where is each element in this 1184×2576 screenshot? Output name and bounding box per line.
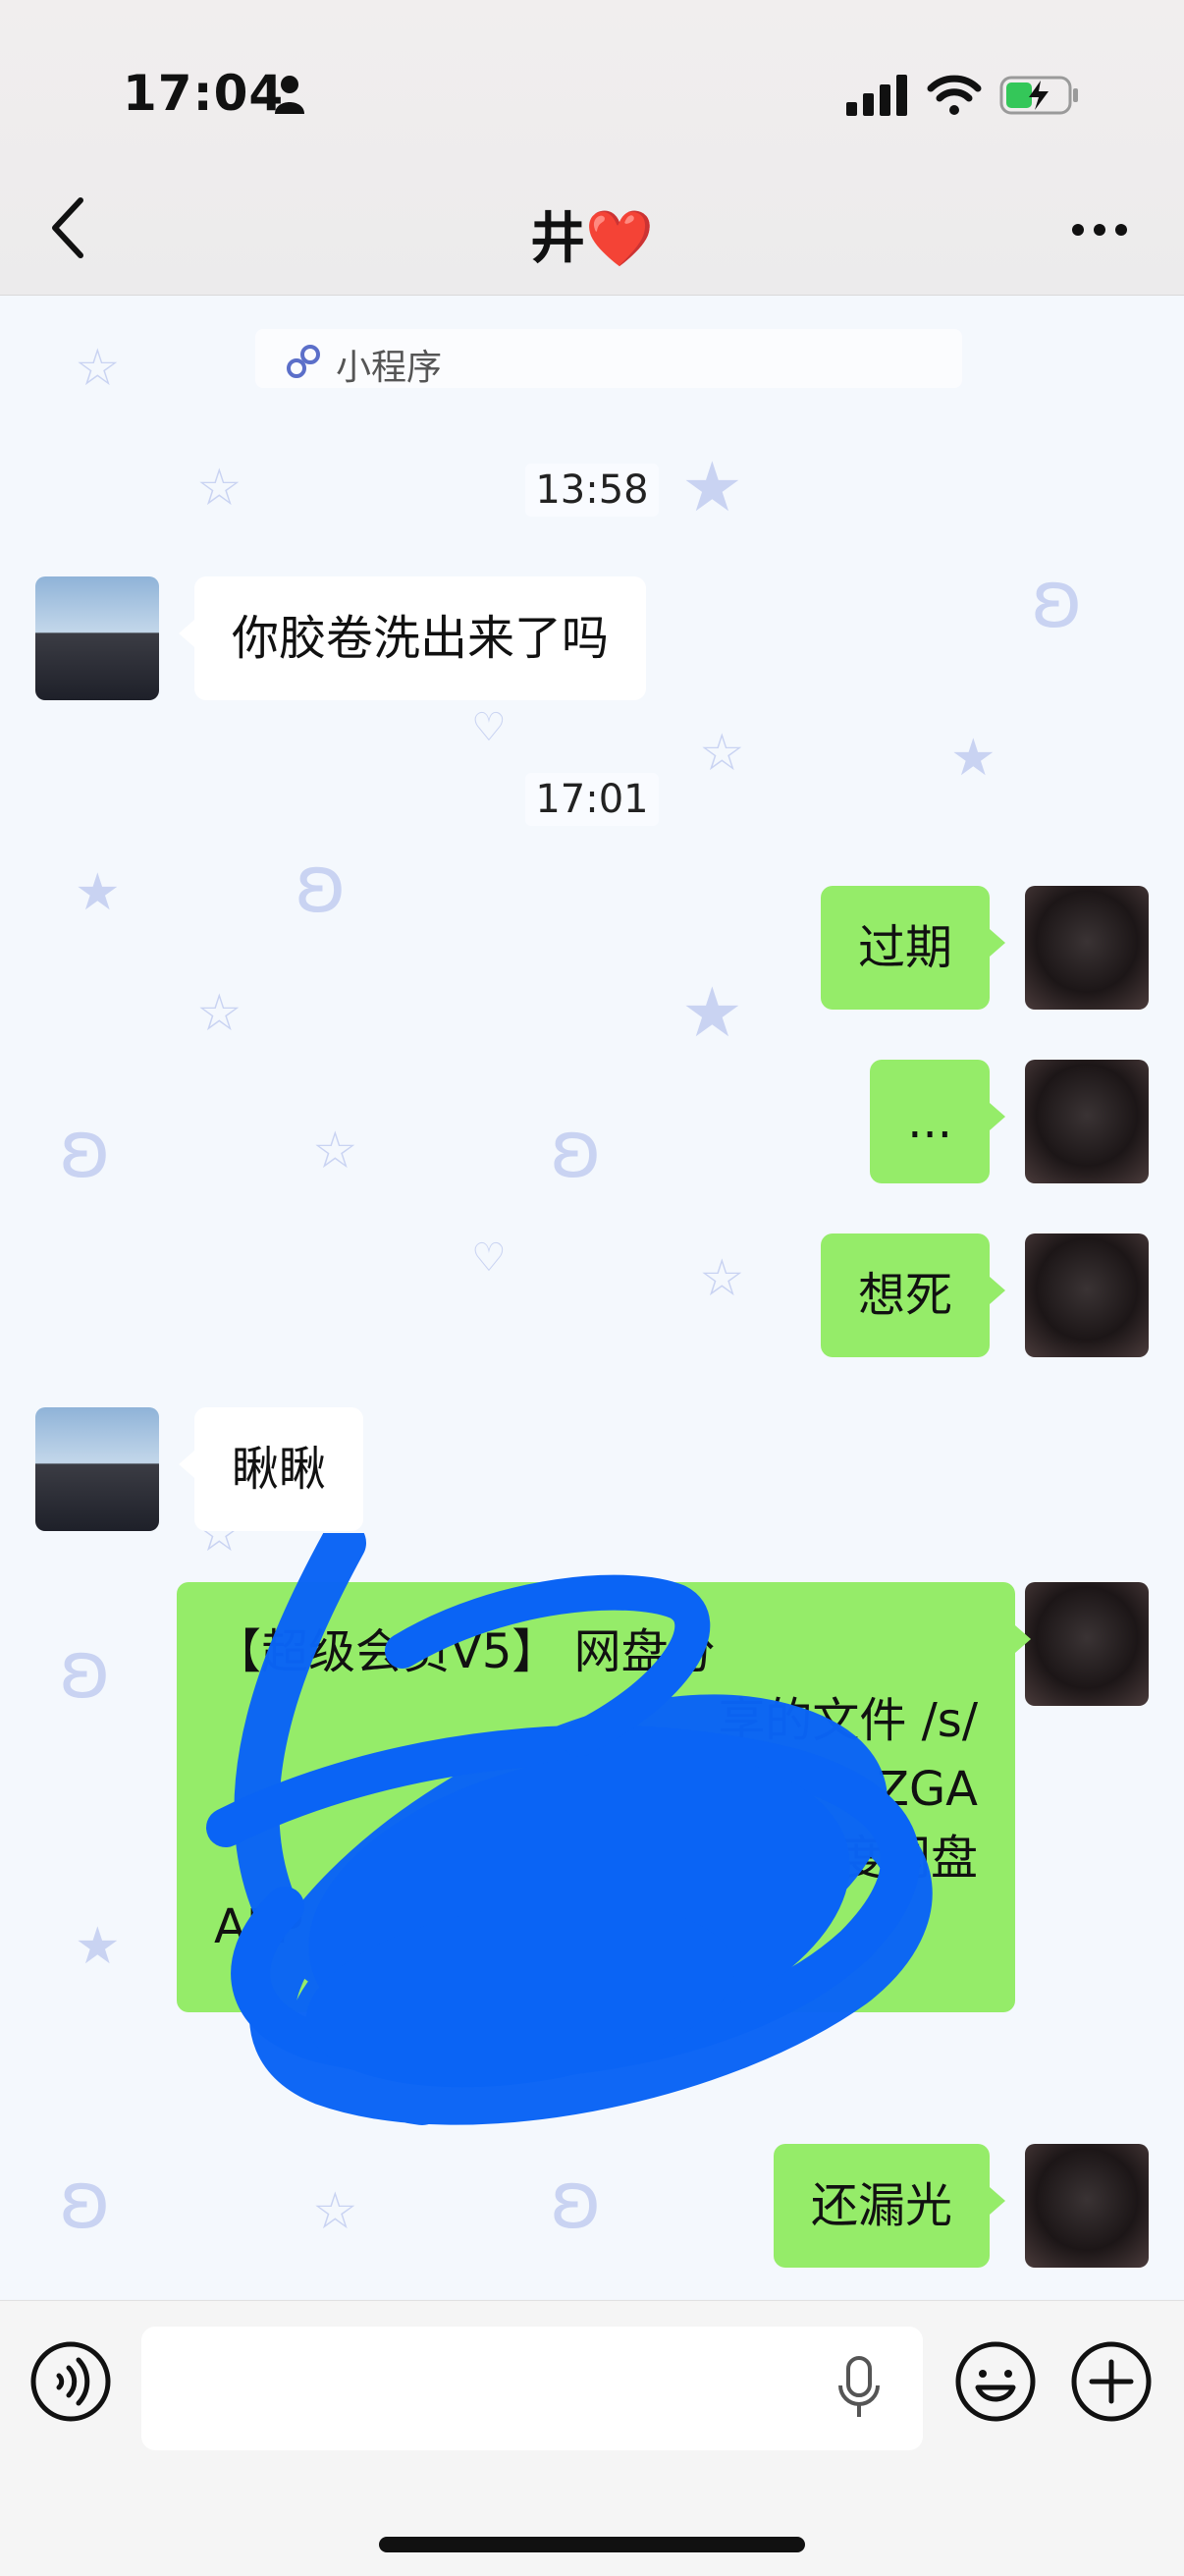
message-bubble-incoming[interactable]: 你胶卷洗出来了吗	[178, 576, 647, 700]
ghost-decoration-icon: ʚ	[59, 2155, 112, 2246]
star-decoration-icon: ★	[75, 1917, 121, 1976]
ghost-decoration-icon: ʚ	[550, 1104, 603, 1195]
input-bar	[0, 2300, 1184, 2576]
peer-avatar[interactable]	[35, 576, 159, 700]
peer-avatar[interactable]	[35, 1407, 159, 1531]
person-icon	[275, 76, 304, 114]
signal-icon	[846, 75, 907, 116]
star-decoration-icon: ♡	[471, 705, 507, 750]
my-avatar[interactable]	[1025, 2144, 1149, 2268]
heart-emoji: ❤️	[585, 207, 654, 271]
more-options-icon[interactable]	[1070, 220, 1129, 240]
message-bubble-outgoing[interactable]: 想死	[820, 1233, 1006, 1357]
my-avatar[interactable]	[1025, 886, 1149, 1010]
star-decoration-icon: ★	[681, 972, 743, 1053]
ghost-decoration-icon: ʚ	[59, 1104, 112, 1195]
ghost-decoration-icon: ʚ	[1031, 554, 1084, 645]
emoji-icon[interactable]	[954, 2340, 1037, 2423]
message-bubble-incoming[interactable]: 瞅瞅	[178, 1407, 364, 1531]
star-decoration-icon: ☆	[75, 339, 121, 398]
my-avatar[interactable]	[1025, 1582, 1149, 1706]
timestamp: 13:58	[0, 464, 1184, 517]
star-decoration-icon: ☆	[699, 1249, 745, 1308]
star-decoration-icon: ☆	[196, 984, 242, 1043]
my-avatar[interactable]	[1025, 1233, 1149, 1357]
message-bubble-outgoing[interactable]: 还漏光	[773, 2144, 1006, 2268]
chat-title-text: 井	[530, 207, 586, 271]
microphone-icon[interactable]	[834, 2354, 884, 2423]
ghost-decoration-icon: ʚ	[59, 1624, 112, 1716]
status-time: 17:04	[123, 65, 285, 122]
my-avatar[interactable]	[1025, 1060, 1149, 1183]
ghost-decoration-icon: ʚ	[295, 839, 348, 930]
message-input[interactable]	[141, 2327, 923, 2450]
battery-charging-icon	[999, 76, 1078, 115]
chat-area[interactable]: ☆ ☆ ★ ☆ ★ ★ ☆ ★ ☆ ☆ ♡ ♡ ☆ ★ ☆ ʚ ʚ ʚ ʚ ʚ …	[0, 296, 1184, 2299]
top-bar: 17:04 井❤️	[0, 0, 1184, 296]
mini-program-label: 小程序	[336, 348, 443, 388]
home-indicator[interactable]	[379, 2537, 805, 2552]
star-decoration-icon: ★	[75, 863, 121, 922]
star-decoration-icon: ♡	[471, 1235, 507, 1281]
voice-mode-icon[interactable]	[29, 2340, 112, 2423]
chat-title: 井❤️	[0, 194, 1184, 274]
star-decoration-icon: ☆	[312, 1122, 358, 1180]
timestamp: 17:01	[0, 773, 1184, 826]
message-bubble-outgoing[interactable]: ...	[870, 1060, 1005, 1183]
message-bubble-outgoing[interactable]: 过期	[820, 886, 1006, 1010]
star-decoration-icon: ☆	[699, 724, 745, 783]
mini-program-icon	[287, 345, 320, 378]
wifi-icon	[927, 75, 982, 115]
plus-icon[interactable]	[1070, 2340, 1153, 2423]
